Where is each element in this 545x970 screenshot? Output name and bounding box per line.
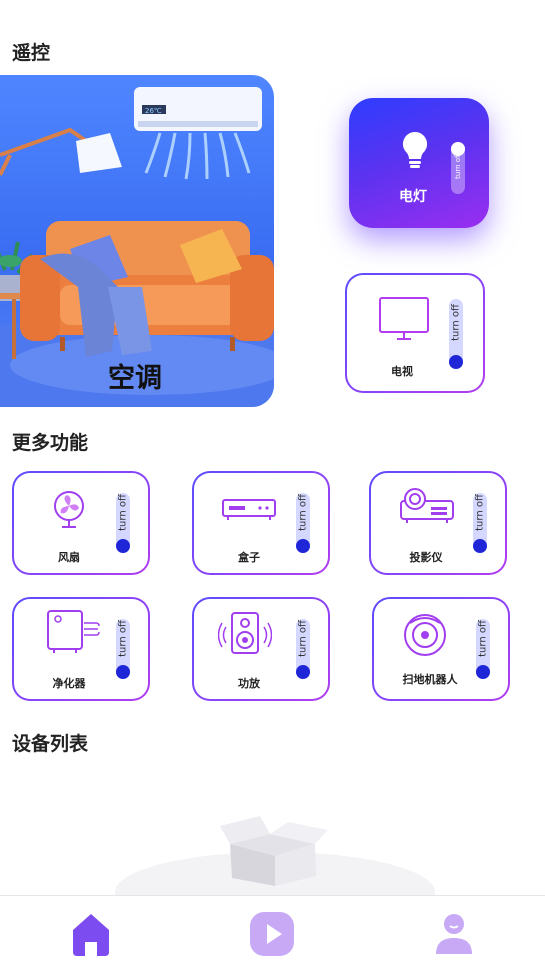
- robot-vacuum-icon: [404, 614, 446, 656]
- air-purifier-icon: [47, 610, 100, 653]
- toggle-text: turn off: [117, 620, 129, 657]
- speaker-icon: [218, 612, 272, 654]
- home-icon: [73, 914, 109, 956]
- light-bulb-icon: [402, 131, 428, 168]
- toggle-text: turn off: [297, 494, 309, 531]
- fan-card[interactable]: 风扇 turn off: [12, 471, 150, 575]
- fan-label: 风扇: [58, 551, 80, 564]
- air-purifier-card[interactable]: 净化器 turn off: [12, 597, 150, 701]
- light-power-toggle[interactable]: turn off: [451, 142, 465, 194]
- profile-icon: [436, 914, 472, 954]
- projector-power-toggle[interactable]: turn off: [473, 493, 487, 553]
- toggle-text: turn off: [117, 494, 129, 531]
- projector-icon: [400, 488, 454, 523]
- nav-play-tab[interactable]: [248, 910, 296, 958]
- nav-home-tab[interactable]: [67, 910, 115, 958]
- air-purifier-label: 净化器: [52, 677, 86, 690]
- light-card[interactable]: 电灯 turn off: [349, 98, 489, 228]
- play-icon: [250, 912, 294, 956]
- toggle-knob: [476, 665, 490, 679]
- robot-vacuum-power-toggle[interactable]: turn off: [476, 619, 490, 679]
- toggle-text: turn off: [477, 620, 489, 657]
- section-title-device-list: 设备列表: [12, 733, 89, 755]
- robot-vacuum-card[interactable]: 扫地机器人 turn off: [372, 597, 510, 701]
- robot-vacuum-label: 扫地机器人: [402, 673, 458, 686]
- toggle-text: turn off: [297, 620, 309, 657]
- fan-icon: [54, 491, 84, 528]
- air-conditioner-label: 空调: [108, 363, 162, 394]
- air-purifier-power-toggle[interactable]: turn off: [116, 619, 130, 679]
- amplifier-power-toggle[interactable]: turn off: [296, 619, 310, 679]
- toggle-knob: [296, 665, 310, 679]
- bottom-nav-bar: [0, 895, 545, 970]
- nav-profile-tab[interactable]: [430, 910, 478, 958]
- ac-temperature-display: 26℃: [145, 107, 162, 115]
- toggle-knob: [449, 355, 463, 369]
- section-title-remote: 遥控: [12, 42, 51, 64]
- section-title-more-functions: 更多功能: [12, 432, 89, 454]
- toggle-knob: [296, 539, 310, 553]
- toggle-knob: [473, 539, 487, 553]
- tv-card[interactable]: 电视 turn off: [345, 273, 485, 393]
- tv-power-toggle[interactable]: turn off: [449, 299, 463, 369]
- projector-card[interactable]: 投影仪 turn off: [369, 471, 507, 575]
- set-top-box-icon: [222, 499, 276, 520]
- toggle-text: turn off: [454, 153, 462, 179]
- tv-icon: [379, 297, 429, 340]
- set-top-box-power-toggle[interactable]: turn off: [296, 493, 310, 553]
- empty-box-illustration: [115, 816, 435, 898]
- toggle-text: turn off: [450, 304, 462, 341]
- toggle-knob: [116, 539, 130, 553]
- tv-label: 电视: [391, 365, 413, 378]
- set-top-box-label: 盒子: [238, 551, 260, 564]
- toggle-text: turn off: [474, 494, 486, 531]
- toggle-knob: [116, 665, 130, 679]
- amplifier-label: 功放: [238, 677, 260, 690]
- fan-power-toggle[interactable]: turn off: [116, 493, 130, 553]
- set-top-box-card[interactable]: 盒子 turn off: [192, 471, 330, 575]
- projector-label: 投影仪: [409, 551, 443, 564]
- amplifier-card[interactable]: 功放 turn off: [192, 597, 330, 701]
